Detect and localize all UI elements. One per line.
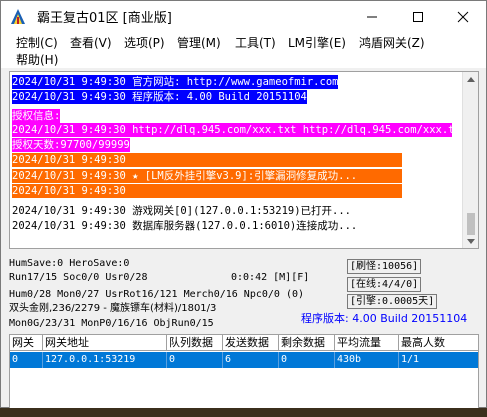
log-line: 2024/10/31 9:49:30: [12, 184, 402, 198]
log-panel[interactable]: 2024/10/31 9:49:30 官方网站: http://www.game…: [9, 71, 479, 249]
log-line: 2024/10/31 9:49:30 数据库服务器(127.0.0.1:6010…: [12, 220, 358, 232]
status-run-counts: Run17/15 Soc0/0 Usr0/28: [9, 272, 148, 283]
maximize-button[interactable]: [395, 1, 441, 32]
menu-gateway[interactable]: 鸿盾网关(Z): [359, 34, 425, 52]
status-panel: HumSave:0 HeroSave:0 Run17/15 Soc0/0 Usr…: [9, 255, 479, 331]
cell-max-users: 1/1: [399, 352, 478, 368]
minimize-icon: [367, 16, 377, 17]
log-line: 2024/10/31 9:49:30 游戏网关[0](127.0.0.1:532…: [12, 205, 352, 217]
cell-avg-traffic: 430b: [335, 352, 399, 368]
log-line: 授权天数:97700/99999: [12, 138, 130, 152]
col-header-avg-traffic[interactable]: 平均流量: [335, 335, 399, 351]
status-runtime: 0:0:42 [M][F]: [231, 272, 310, 283]
minimize-button[interactable]: [349, 1, 395, 32]
close-icon: [457, 11, 469, 22]
scroll-thumb[interactable]: [467, 213, 475, 235]
cell-remaining: 0: [279, 352, 335, 368]
scroll-down-icon[interactable]: [467, 239, 475, 244]
col-header-sent[interactable]: 发送数据: [223, 335, 279, 351]
maximize-icon: [413, 11, 423, 22]
col-header-max-users[interactable]: 最高人数: [399, 335, 478, 351]
log-line: 2024/10/31 9:49:30 ★ [LM反外挂引擎v3.9]:引擎漏洞修…: [12, 169, 402, 183]
log-line: 2024/10/31 9:49:30 官方网站: http://www.game…: [12, 75, 339, 89]
col-header-gateway[interactable]: 网关: [10, 335, 43, 351]
log-line: 2024/10/31 9:49:30: [12, 153, 402, 167]
close-button[interactable]: [440, 1, 486, 32]
menu-lm-engine[interactable]: LM引擎(E): [288, 34, 346, 52]
status-monster-run: Mon0G/23/31 MonP0/16/16 ObjRun0/15: [9, 318, 214, 329]
title-bar[interactable]: 霸王复古01区 [商业版]: [1, 1, 486, 32]
menu-help[interactable]: 帮助(H): [16, 51, 58, 69]
desktop-background: [0, 408, 487, 417]
menu-tools[interactable]: 工具(T): [235, 34, 276, 52]
status-monster-info: 双头金刚,236/2279 - 魔族镖车(材料)/1801/3: [9, 303, 217, 314]
cell-gateway: 0: [10, 352, 43, 368]
log-line: 授权信息:: [12, 109, 61, 123]
scroll-up-icon[interactable]: [467, 77, 475, 82]
cell-address: 127.0.0.1:53219: [43, 352, 167, 368]
log-line: 2024/10/31 9:49:30 http://dlq.945.com/xx…: [12, 123, 468, 137]
log-scrollbar[interactable]: [462, 72, 478, 248]
engine-days: [引擎:0.0005天]: [347, 294, 438, 309]
online-count: [在线:4/4/0]: [347, 277, 422, 292]
refresh-monster-count: [刷怪:10056]: [347, 259, 422, 274]
gateway-table[interactable]: 网关 网关地址 队列数据 发送数据 剩余数据 平均流量 最高人数 0 127.0…: [9, 334, 479, 409]
status-save-counts: HumSave:0 HeroSave:0: [9, 258, 130, 269]
menu-options[interactable]: 选项(P): [124, 34, 165, 52]
menu-manage[interactable]: 管理(M): [177, 34, 221, 52]
cell-sent: 6: [223, 352, 279, 368]
log-line: 2024/10/31 9:49:30 程序版本: 4.00 Build 2015…: [12, 90, 307, 104]
status-object-counts: Hum0/28 Mon0/27 UsrRot16/121 Merch0/16 N…: [9, 289, 305, 300]
main-window: 霸王复古01区 [商业版] 控制(C) 查看(V) 选项(P) 管理(M) 工具…: [0, 0, 487, 409]
program-version: 程序版本: 4.00 Build 20151104: [301, 312, 468, 325]
col-header-remaining[interactable]: 剩余数据: [279, 335, 335, 351]
menu-control[interactable]: 控制(C): [16, 34, 58, 52]
cell-queue: 0: [167, 352, 223, 368]
col-header-address[interactable]: 网关地址: [43, 335, 167, 351]
window-title: 霸王复古01区 [商业版]: [37, 11, 172, 26]
col-header-queue[interactable]: 队列数据: [167, 335, 223, 351]
menu-view[interactable]: 查看(V): [70, 34, 112, 52]
menu-bar: 控制(C) 查看(V) 选项(P) 管理(M) 工具(T) LM引擎(E) 鸿盾…: [1, 32, 486, 68]
app-logo-icon: [9, 8, 27, 26]
